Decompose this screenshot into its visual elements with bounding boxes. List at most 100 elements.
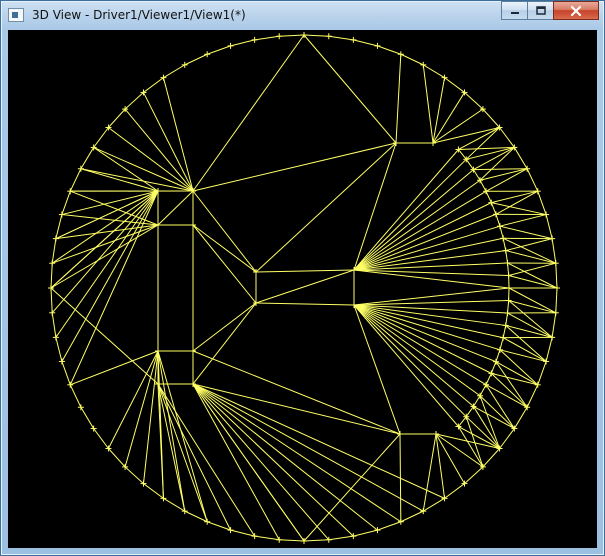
arc-spoke-edge	[473, 147, 515, 171]
maximize-button[interactable]	[527, 1, 554, 20]
arc-spoke-edge	[473, 168, 528, 171]
outer-boundary-edge	[80, 147, 95, 169]
inner-arc-edge	[485, 373, 492, 385]
outer-boundary-edge	[55, 214, 63, 239]
fan-edge	[422, 433, 437, 512]
outer-boundary-edge	[353, 529, 378, 537]
outer-boundary-edge	[526, 168, 539, 192]
window-title: 3D View - Driver1/Viewer1/View1(*)	[32, 8, 246, 22]
arc-spoke-edge	[499, 214, 547, 227]
outer-boundary-edge	[464, 466, 484, 484]
minimize-button[interactable]	[501, 1, 528, 20]
arc-spoke-edge	[479, 168, 528, 181]
outer-boundary-edge	[124, 466, 144, 484]
outer-boundary-edge	[51, 238, 57, 264]
outer-boundary-edge	[50, 287, 53, 313]
outer-boundary-edge	[377, 45, 401, 55]
fan-edge	[143, 92, 194, 192]
close-button[interactable]	[553, 1, 599, 20]
inner-arc-edge	[465, 159, 474, 170]
inner-arc-edge	[495, 349, 501, 362]
fan-edge	[353, 190, 487, 271]
fan-edge	[399, 433, 402, 522]
arc-spoke-edge	[495, 361, 528, 408]
outer-boundary-edge	[555, 287, 558, 313]
arc-spoke-edge	[479, 395, 515, 429]
fan-edge	[395, 54, 402, 144]
window-app-icon[interactable]	[8, 8, 24, 22]
interior-edge	[192, 142, 397, 192]
maximize-icon	[535, 5, 546, 15]
outer-boundary-edge	[254, 535, 280, 541]
inner-arc-edge	[458, 149, 467, 160]
outer-boundary-edge	[108, 108, 126, 128]
outer-boundary-edge	[108, 448, 126, 468]
fan-edge	[192, 383, 354, 537]
arc-spoke-edge	[505, 238, 553, 252]
outer-boundary-edge	[93, 428, 109, 449]
outer-boundary-edge	[69, 384, 82, 408]
fan-edge	[80, 168, 194, 192]
outer-boundary-edge	[61, 191, 71, 215]
outer-boundary-edge	[499, 428, 515, 449]
outer-boundary-edge	[482, 448, 500, 468]
fan-edge	[353, 262, 508, 271]
arc-spoke-edge	[507, 262, 558, 289]
arc-spoke-edge	[508, 262, 556, 276]
fan-edge	[435, 433, 465, 484]
fan-edge	[50, 224, 159, 289]
interior-edge	[303, 34, 397, 144]
outer-boundary-edge	[499, 127, 515, 148]
interior-edge	[50, 287, 159, 385]
outer-boundary-edge	[444, 77, 465, 93]
title-bar[interactable]: 3D View - Driver1/Viewer1/View1(*)	[0, 0, 605, 30]
arc-spoke-edge	[507, 312, 553, 338]
outer-boundary-edge	[545, 214, 553, 239]
outer-boundary-edge	[55, 337, 63, 362]
outer-boundary-edge	[526, 384, 539, 408]
outer-boundary-edge	[400, 53, 424, 66]
outer-boundary-edge	[377, 521, 401, 531]
outer-boundary-edge	[124, 92, 144, 110]
outer-boundary-edge	[551, 312, 557, 338]
fan-edge	[157, 383, 256, 537]
outer-boundary-edge	[513, 147, 528, 169]
fan-edge	[157, 383, 232, 531]
outer-boundary-edge	[230, 39, 255, 47]
minimize-icon	[510, 11, 519, 14]
outer-boundary-edge	[555, 263, 558, 289]
interior-edge	[192, 34, 305, 192]
outer-boundary-edge	[50, 263, 53, 289]
fan-edge	[353, 304, 497, 363]
3d-viewport[interactable]	[8, 30, 597, 548]
inner-arc-edge	[479, 384, 487, 396]
interior-edge	[192, 350, 401, 435]
close-icon	[570, 5, 582, 16]
outer-boundary-edge	[303, 539, 329, 542]
outer-boundary-edge	[80, 407, 95, 429]
outer-boundary-edge	[163, 497, 185, 512]
outer-boundary-edge	[353, 39, 378, 47]
outer-boundary-edge	[423, 497, 445, 512]
interior-edge	[255, 269, 355, 304]
arc-spoke-edge	[502, 237, 556, 264]
outer-boundary-edge	[464, 92, 484, 110]
fan-edge	[50, 190, 159, 289]
inner-arc-edge	[473, 395, 481, 407]
outer-boundary-edge	[545, 337, 553, 362]
arc-spoke-edge	[479, 147, 515, 181]
outer-boundary-edge	[513, 407, 528, 429]
fan-edge	[143, 350, 159, 484]
outer-boundary-edge	[400, 510, 424, 523]
inner-arc-edge	[485, 191, 492, 203]
arc-spoke-edge	[465, 127, 500, 160]
inner-arc-edge	[479, 180, 487, 192]
inner-arc-edge	[465, 406, 474, 417]
fan-edge	[353, 304, 487, 386]
inner-arc-edge	[490, 202, 497, 215]
outer-boundary-edge	[328, 35, 354, 41]
arc-spoke-edge	[508, 274, 558, 289]
outer-boundary-edge	[93, 127, 109, 148]
outer-boundary-edge	[303, 34, 329, 37]
outer-boundary-edge	[163, 64, 185, 79]
